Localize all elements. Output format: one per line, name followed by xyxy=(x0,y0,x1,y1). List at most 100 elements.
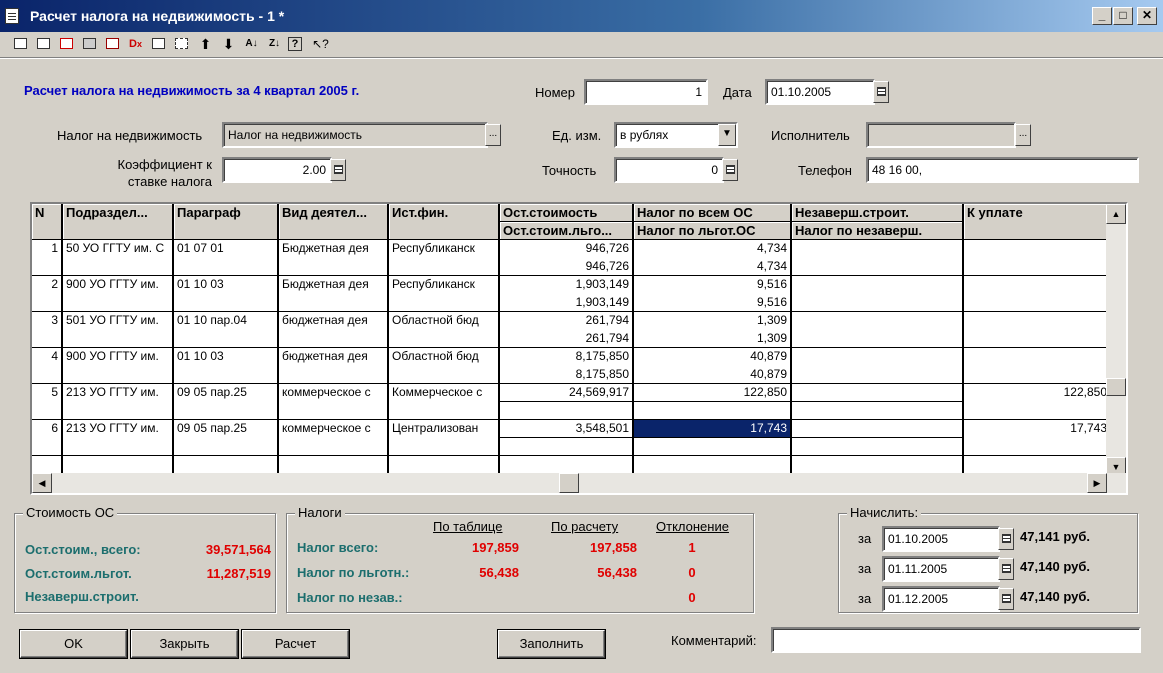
executor-field[interactable] xyxy=(866,122,1016,148)
grid-cell-cost1[interactable]: 1,903,149 xyxy=(500,276,634,294)
coef-calc-button[interactable] xyxy=(330,159,346,181)
fill-button[interactable]: Заполнить xyxy=(498,630,605,658)
grid-cell-paragraph[interactable]: 01 07 01 xyxy=(174,240,279,276)
col-header-tax2[interactable]: Налог по льгот.ОС xyxy=(634,222,792,240)
insert-icon[interactable] xyxy=(172,35,191,53)
grid-cell-pay[interactable] xyxy=(964,276,1110,312)
calendar-icon[interactable] xyxy=(998,588,1014,610)
coef-field[interactable]: 2.00 xyxy=(222,157,332,183)
grid-cell-unf2[interactable] xyxy=(792,438,964,456)
grid-cell-tax2[interactable]: 4,734 xyxy=(634,258,792,276)
scroll-up-icon[interactable]: ▲ xyxy=(1106,204,1126,224)
scroll-thumb-horizontal[interactable] xyxy=(559,473,579,493)
grid-cell-subdiv[interactable]: 213 УО ГГТУ им. xyxy=(63,420,174,456)
grid-cell-unf2[interactable] xyxy=(792,402,964,420)
grid-cell-paragraph[interactable]: 09 05 пар.25 xyxy=(174,384,279,420)
calendar-icon[interactable] xyxy=(998,528,1014,550)
copy-row-icon[interactable] xyxy=(80,35,99,53)
edit-row-icon[interactable] xyxy=(34,35,53,53)
new-row-icon[interactable] xyxy=(11,35,30,53)
col-header-tax1[interactable]: Налог по всем ОС xyxy=(634,204,792,222)
grid-cell-tax1[interactable]: 40,879 xyxy=(634,348,792,366)
executor-select-button[interactable]: ... xyxy=(1015,124,1031,146)
col-header-pay[interactable]: К уплате xyxy=(964,204,1110,240)
grid-cell-subdiv[interactable]: 501 УО ГГТУ им. xyxy=(63,312,174,348)
grid-cell-cost2[interactable] xyxy=(500,402,634,420)
ok-button[interactable]: OK xyxy=(20,630,127,658)
grid-cell-subdiv[interactable]: 900 УО ГГТУ им. xyxy=(63,348,174,384)
grid-cell-tax1[interactable]: 17,743 xyxy=(634,420,792,438)
move-up-icon[interactable]: ⬆ xyxy=(196,35,215,53)
grid-cell-n[interactable]: 5 xyxy=(32,384,63,420)
grid-cell-tax2[interactable] xyxy=(634,438,792,456)
grid-cell-tax1[interactable]: 9,516 xyxy=(634,276,792,294)
grid-cell-unf1[interactable] xyxy=(792,312,964,330)
grid-cell-paragraph[interactable]: 01 10 03 xyxy=(174,276,279,312)
precision-calc-button[interactable] xyxy=(722,159,738,181)
phone-field[interactable]: 48 16 00, xyxy=(866,157,1139,183)
grid-cell-pay[interactable] xyxy=(964,240,1110,276)
accrue-date-field[interactable]: 01.12.2005 xyxy=(882,586,1000,612)
delete-x-icon[interactable]: Dx xyxy=(126,35,145,53)
accrue-date-field[interactable]: 01.10.2005 xyxy=(882,526,1000,552)
grid-cell-paragraph[interactable]: 09 05 пар.25 xyxy=(174,420,279,456)
title-bar[interactable]: Расчет налога на недвижимость - 1 * _ □ … xyxy=(0,0,1163,32)
grid-cell-tax2[interactable]: 9,516 xyxy=(634,294,792,312)
grid-cell-tax1[interactable]: 1,309 xyxy=(634,312,792,330)
vertical-scrollbar[interactable]: ▲ ▼ xyxy=(1106,204,1126,477)
grid-cell-unf2[interactable] xyxy=(792,258,964,276)
comment-field[interactable] xyxy=(771,627,1141,653)
grid-cell-source[interactable]: Областной бюд xyxy=(389,348,500,384)
unit-dropdown-button[interactable]: ▼ xyxy=(718,124,736,146)
grid-cell-n[interactable]: 3 xyxy=(32,312,63,348)
grid-cell-unf1[interactable] xyxy=(792,420,964,438)
grid-cell-cost1[interactable]: 8,175,850 xyxy=(500,348,634,366)
grid-cell-activity[interactable]: коммерческое с xyxy=(279,384,389,420)
grid-cell-unf2[interactable] xyxy=(792,330,964,348)
grid-cell-subdiv[interactable]: 213 УО ГГТУ им. xyxy=(63,384,174,420)
col-header-unf1[interactable]: Незаверш.строит. xyxy=(792,204,964,222)
grid-cell-source[interactable]: Республиканск xyxy=(389,276,500,312)
grid-cell-unf1[interactable] xyxy=(792,348,964,366)
scroll-thumb-vertical[interactable] xyxy=(1106,378,1126,396)
grid-cell-paragraph[interactable]: 01 10 пар.04 xyxy=(174,312,279,348)
maximize-button[interactable]: □ xyxy=(1113,7,1133,25)
properties-icon[interactable] xyxy=(149,35,168,53)
delete-row-icon[interactable] xyxy=(57,35,76,53)
grid-cell-n[interactable]: 2 xyxy=(32,276,63,312)
data-grid[interactable]: N Подраздел... Параграф Вид деятел... Ис… xyxy=(30,202,1128,495)
col-header-n[interactable]: N xyxy=(32,204,63,240)
minimize-button[interactable]: _ xyxy=(1092,7,1112,25)
horizontal-scrollbar[interactable]: ◀ ▶ xyxy=(32,473,1126,493)
grid-cell-cost1[interactable]: 946,726 xyxy=(500,240,634,258)
tax-select-button[interactable]: ... xyxy=(485,124,501,146)
grid-cell-tax2[interactable] xyxy=(634,402,792,420)
grid-cell-subdiv[interactable]: 50 УО ГГТУ им. С xyxy=(63,240,174,276)
grid-cell-pay[interactable] xyxy=(964,312,1110,348)
grid-cell-activity[interactable]: бюджетная дея xyxy=(279,348,389,384)
grid-cell-source[interactable]: Централизован xyxy=(389,420,500,456)
date-calendar-button[interactable] xyxy=(873,81,889,103)
grid-cell-activity[interactable]: Бюджетная дея xyxy=(279,240,389,276)
precision-field[interactable]: 0 xyxy=(614,157,724,183)
close-window-button[interactable]: ✕ xyxy=(1137,7,1157,25)
grid-cell-source[interactable]: Областной бюд xyxy=(389,312,500,348)
grid-cell-unf1[interactable] xyxy=(792,384,964,402)
grid-cell-cost2[interactable]: 946,726 xyxy=(500,258,634,276)
grid-cell-cost2[interactable]: 1,903,149 xyxy=(500,294,634,312)
col-header-cost2[interactable]: Ост.стоим.льго... xyxy=(500,222,634,240)
col-header-subdiv[interactable]: Подраздел... xyxy=(63,204,174,240)
grid-cell-unf2[interactable] xyxy=(792,366,964,384)
grid-cell-cost1[interactable]: 24,569,917 xyxy=(500,384,634,402)
grid-cell-cost2[interactable]: 261,794 xyxy=(500,330,634,348)
grid-cell-cost2[interactable]: 8,175,850 xyxy=(500,366,634,384)
grid-cell-unf1[interactable] xyxy=(792,240,964,258)
tax-field[interactable]: Налог на недвижимость xyxy=(222,122,488,148)
number-field[interactable]: 1 xyxy=(584,79,708,105)
col-header-unf2[interactable]: Налог по незаверш. xyxy=(792,222,964,240)
scroll-left-icon[interactable]: ◀ xyxy=(32,473,52,493)
grid-cell-n[interactable]: 6 xyxy=(32,420,63,456)
grid-cell-cost1[interactable]: 261,794 xyxy=(500,312,634,330)
grid-cell-subdiv[interactable]: 900 УО ГГТУ им. xyxy=(63,276,174,312)
col-header-source[interactable]: Ист.фин. xyxy=(389,204,500,240)
